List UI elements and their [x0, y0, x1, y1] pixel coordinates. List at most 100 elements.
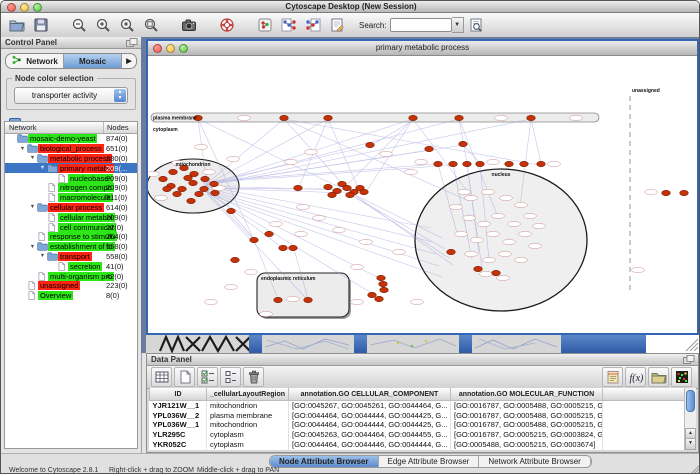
network-node[interactable] [328, 192, 337, 197]
network-canvas[interactable]: plasma membranecytoplasmmitochondrionnuc… [148, 56, 697, 332]
table-cell[interactable]: [GO:0016787, GO:0005488, GO:0005215, G..… [451, 401, 603, 411]
table-cell[interactable]: [GO:0016787, GO:0005488, GO:0005215, G..… [451, 411, 603, 421]
network-node[interactable] [459, 141, 468, 146]
zoom-selected-button[interactable] [116, 15, 138, 35]
network-node[interactable] [211, 190, 220, 195]
network-node[interactable] [289, 245, 298, 250]
network-node[interactable] [492, 270, 501, 275]
table-cell[interactable]: YDR039C__1 [150, 449, 207, 450]
tree-row-cell-communicat[interactable]: cell communicat22(0) [5, 222, 137, 232]
network-node[interactable] [662, 190, 671, 195]
chevron-down-icon[interactable]: ▼ [452, 17, 464, 33]
table-cell[interactable]: plasma membrane [207, 411, 289, 421]
function-builder-button[interactable]: f(x) [625, 367, 646, 387]
network-node[interactable] [294, 185, 303, 190]
network-node[interactable] [200, 186, 209, 191]
new-attribute-button[interactable] [174, 367, 195, 387]
network-node[interactable] [187, 198, 196, 203]
network-node[interactable] [178, 186, 187, 191]
table-cell[interactable]: [GO:0016787, GO:0005488, GO:0005215, G..… [451, 449, 603, 450]
tree-column-nodes[interactable]: Nodes [107, 123, 129, 132]
network-node[interactable] [449, 161, 458, 166]
network-node[interactable] [265, 231, 274, 236]
expand-arrow-icon[interactable]: ▼ [18, 146, 27, 152]
tab-mosaic[interactable]: Mosaic [64, 54, 122, 68]
table-cell[interactable]: mitochondrion [207, 401, 289, 411]
help-button[interactable] [216, 15, 238, 35]
table-cell[interactable]: mitochondrion [207, 420, 289, 430]
layout-button-1[interactable] [278, 15, 300, 35]
expand-arrow-icon[interactable]: ▼ [28, 155, 37, 161]
node-color-dropdown[interactable]: transporter activity ▲▼ [14, 87, 128, 104]
tab-edge-attribute-browser[interactable]: Edge Attribute Browser [379, 456, 480, 467]
scroll-down-button[interactable]: ▼ [685, 438, 696, 450]
table-row[interactable]: YKR052Ccytoplasm[GO:0044464, GO:0044446,… [150, 439, 685, 449]
table-row[interactable]: YPL036W__1mitochondrion[GO:0044464, GO:0… [150, 420, 685, 430]
network-node[interactable] [474, 266, 483, 271]
network-node[interactable] [324, 115, 333, 120]
network-node[interactable] [366, 142, 375, 147]
resize-grip[interactable] [688, 464, 700, 474]
table-cell[interactable]: cytoplasm [207, 430, 289, 440]
table-cell[interactable]: [GO:0044464, GO:0044446, GO:0044444, G..… [289, 439, 451, 449]
tree-row-secretion[interactable]: secretion41(0) [5, 261, 137, 271]
tree-row-unassigned[interactable]: unassigned223(0) [5, 281, 137, 291]
table-cell[interactable]: YPL036W__2 [150, 411, 207, 421]
matrix-button[interactable] [671, 367, 692, 387]
tab-overflow-arrow[interactable]: ▶ [122, 54, 136, 68]
network-node[interactable] [434, 161, 443, 166]
network-node[interactable] [680, 190, 689, 195]
network-node[interactable] [377, 275, 386, 280]
background-windows-strip[interactable] [146, 335, 699, 353]
network-node[interactable] [338, 181, 347, 186]
table-column-header[interactable]: annotation.GO MOLECULAR_FUNCTION [451, 388, 603, 401]
table-column-header[interactable]: ID [150, 388, 207, 401]
tree-row-cellular-process[interactable]: ▼cellular process614(0) [5, 203, 137, 213]
network-node[interactable] [375, 296, 384, 301]
network-node[interactable] [463, 161, 472, 166]
network-node[interactable] [455, 115, 464, 120]
tree-row-metabolic-process[interactable]: ▼metabolic process280(0) [5, 154, 137, 164]
zoom-in-button[interactable] [92, 15, 114, 35]
tree-row-biological-process[interactable]: ▼biological_process651(0) [5, 144, 137, 154]
network-tree-header[interactable]: Network Nodes [5, 122, 137, 134]
tab-network[interactable]: Network [6, 54, 64, 68]
save-session-button[interactable] [30, 15, 52, 35]
expand-arrow-icon[interactable]: ▼ [38, 165, 47, 171]
network-node[interactable] [324, 184, 333, 189]
expand-arrow-icon[interactable]: ▼ [38, 253, 47, 259]
table-cell[interactable]: [GO:0044464, GO:0044444, GO:0044425, G..… [289, 420, 451, 430]
table-cell[interactable]: mitochondrion [207, 449, 289, 450]
network-node[interactable] [425, 146, 434, 151]
network-node[interactable] [250, 237, 259, 242]
zoom-fit-button[interactable] [140, 15, 162, 35]
table-cell[interactable]: [GO:0016787, GO:0005215, GO:0003824, G..… [451, 430, 603, 440]
network-node[interactable] [409, 115, 418, 120]
unselect-attributes-button[interactable] [220, 367, 241, 387]
tree-row-establishment-of-lo[interactable]: ▼establishment of lo558(0) [5, 242, 137, 252]
network-node[interactable] [159, 176, 168, 181]
network-node[interactable] [195, 191, 204, 196]
select-attributes-button[interactable] [197, 367, 218, 387]
table-cell[interactable]: [GO:0044464, GO:0044444, GO:0044425, G..… [289, 411, 451, 421]
network-node[interactable] [189, 180, 198, 185]
network-node[interactable] [379, 281, 388, 286]
table-cell[interactable]: [GO:0045263, GO:0044464, GO:0044455, G..… [289, 430, 451, 440]
delete-attribute-button[interactable] [243, 367, 264, 387]
tree-column-network[interactable]: Network [9, 123, 37, 132]
tree-row-response-to-stimulu[interactable]: response to stimulu264(0) [5, 232, 137, 242]
tree-row-multi-organism-pro[interactable]: multi-organism pro42(0) [5, 271, 137, 281]
network-node[interactable] [184, 175, 193, 180]
network-node[interactable] [231, 257, 240, 262]
network-node[interactable] [368, 292, 377, 297]
float-panel-icon[interactable] [683, 355, 695, 364]
table-row[interactable]: YPL036W__2plasma membrane[GO:0044464, GO… [150, 411, 685, 421]
open-file-button[interactable] [6, 15, 28, 35]
table-cell[interactable]: cytoplasm [207, 439, 289, 449]
snapshot-button[interactable] [178, 15, 200, 35]
tree-row-overview[interactable]: Overview8(0) [5, 291, 137, 301]
tree-row-macromolecule[interactable]: macromolecule311(0) [5, 193, 137, 203]
network-node[interactable] [505, 161, 514, 166]
table-column-header[interactable]: annotation.GO CELLULAR_COMPONENT [289, 388, 451, 401]
network-node[interactable] [274, 297, 283, 302]
